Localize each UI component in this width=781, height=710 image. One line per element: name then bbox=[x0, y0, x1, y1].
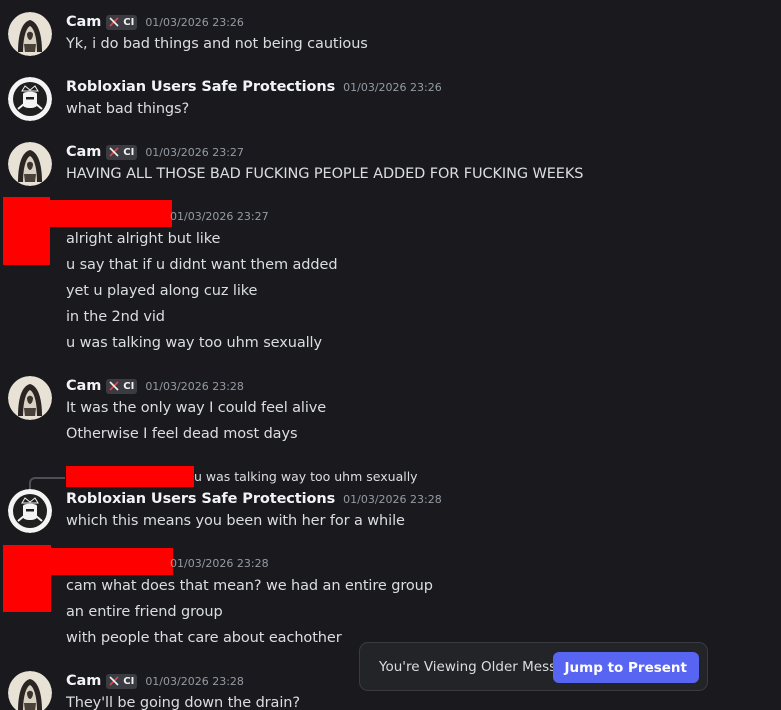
message-text: yet u played along cuz like bbox=[66, 283, 258, 299]
crossed-swords-icon bbox=[109, 17, 119, 27]
message-text: They'll be going down the drain? bbox=[66, 695, 300, 710]
timestamp[interactable]: 01/03/2026 23:28 bbox=[343, 493, 442, 506]
older-messages-banner: You're Viewing Older Messages Jump to Pr… bbox=[359, 642, 708, 691]
hooded-figure-icon bbox=[8, 142, 52, 186]
crossed-swords-icon bbox=[109, 381, 119, 391]
redacted-avatar bbox=[3, 545, 51, 612]
message-text: alright alright but like bbox=[66, 231, 221, 247]
badge-label: CI bbox=[123, 16, 135, 28]
timestamp[interactable]: 01/03/2026 23:28 bbox=[145, 380, 244, 393]
timestamp[interactable]: 01/03/2026 23:27 bbox=[145, 146, 244, 159]
role-badge[interactable]: CI bbox=[106, 673, 138, 689]
message-text: cam what does that mean? we had an entir… bbox=[66, 578, 433, 594]
message-text: with people that care about eachother bbox=[66, 630, 342, 646]
crossed-swords-icon bbox=[109, 147, 119, 157]
message-text: It was the only way I could feel alive bbox=[66, 400, 327, 416]
redacted-username bbox=[48, 200, 172, 227]
chat-message-list[interactable]: Cam CI 01/03/2026 23:26 Yk, i do bad thi… bbox=[0, 0, 781, 710]
message-text: which this means you been with her for a… bbox=[66, 513, 405, 529]
crossed-swords-icon bbox=[109, 676, 119, 686]
role-badge[interactable]: CI bbox=[106, 14, 138, 30]
jump-to-present-button[interactable]: Jump to Present bbox=[552, 652, 699, 683]
hooded-figure-icon bbox=[8, 671, 52, 710]
username[interactable]: Cam bbox=[66, 378, 101, 394]
message-text: HAVING ALL THOSE BAD FUCKING PEOPLE ADDE… bbox=[66, 166, 584, 182]
timestamp[interactable]: 01/03/2026 23:26 bbox=[145, 16, 244, 29]
badge-label: CI bbox=[123, 380, 135, 392]
message-text: Yk, i do bad things and not being cautio… bbox=[66, 36, 368, 52]
reply-preview[interactable]: u was talking way too uhm sexually bbox=[194, 469, 418, 484]
timestamp[interactable]: 01/03/2026 23:26 bbox=[343, 81, 442, 94]
message-text: an entire friend group bbox=[66, 604, 223, 620]
message-text: u say that if u didnt want them added bbox=[66, 257, 338, 273]
avatar[interactable] bbox=[8, 142, 52, 186]
redacted-reply-author bbox=[66, 466, 194, 487]
avatar[interactable] bbox=[8, 671, 52, 710]
username[interactable]: Cam bbox=[66, 14, 101, 30]
message-text: in the 2nd vid bbox=[66, 309, 165, 325]
avatar[interactable] bbox=[8, 489, 52, 533]
knight-helmet-icon bbox=[8, 489, 52, 533]
redacted-username bbox=[48, 548, 173, 575]
role-badge[interactable]: CI bbox=[106, 378, 138, 394]
username[interactable]: Cam bbox=[66, 144, 101, 160]
hooded-figure-icon bbox=[8, 12, 52, 56]
timestamp[interactable]: 01/03/2026 23:28 bbox=[170, 557, 269, 570]
knight-helmet-icon bbox=[8, 77, 52, 121]
username[interactable]: Robloxian Users Safe Protections bbox=[66, 491, 335, 507]
timestamp[interactable]: 01/03/2026 23:28 bbox=[145, 675, 244, 688]
avatar[interactable] bbox=[8, 77, 52, 121]
message-text: u was talking way too uhm sexually bbox=[66, 335, 322, 351]
username[interactable]: Cam bbox=[66, 673, 101, 689]
message-text: Otherwise I feel dead most days bbox=[66, 426, 298, 442]
avatar[interactable] bbox=[8, 12, 52, 56]
message-text: what bad things? bbox=[66, 101, 190, 117]
avatar[interactable] bbox=[8, 376, 52, 420]
timestamp[interactable]: 01/03/2026 23:27 bbox=[170, 210, 269, 223]
redacted-avatar bbox=[3, 197, 50, 265]
hooded-figure-icon bbox=[8, 376, 52, 420]
badge-label: CI bbox=[123, 146, 135, 158]
role-badge[interactable]: CI bbox=[106, 144, 138, 160]
badge-label: CI bbox=[123, 675, 135, 687]
username[interactable]: Robloxian Users Safe Protections bbox=[66, 79, 335, 95]
